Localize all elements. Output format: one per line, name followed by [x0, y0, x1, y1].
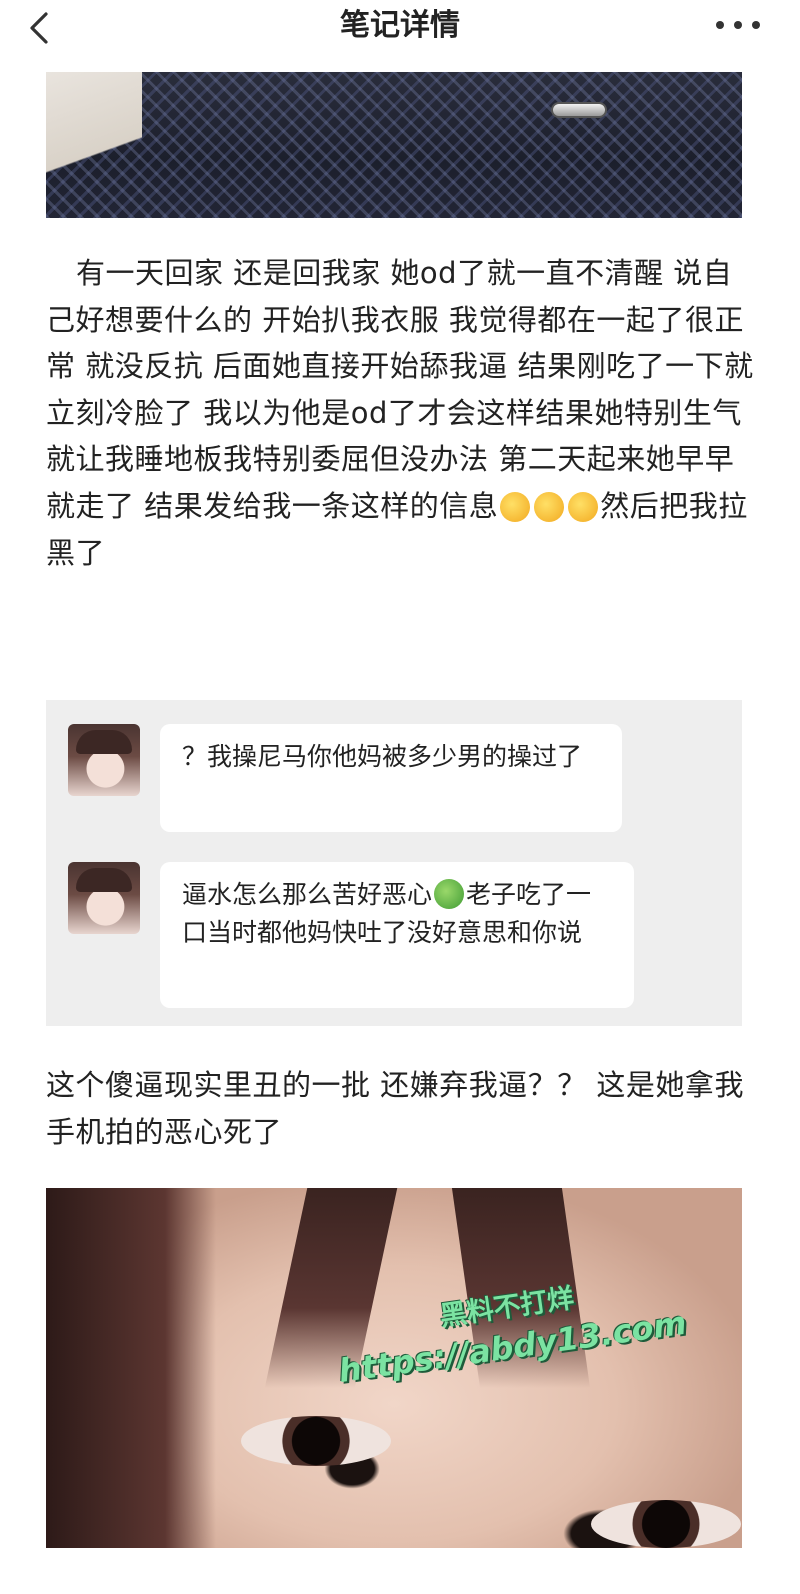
chat-bubble: 逼水怎么那么苦好恶心 老子吃了一口当时都他妈快吐了没好意思和你说 — [160, 862, 634, 1008]
ring-shape — [551, 102, 607, 118]
more-dot-icon — [752, 21, 760, 29]
rolling-laughing-emoji-icon — [568, 491, 599, 522]
avatar — [68, 724, 140, 796]
chat-bubble: ？我操尼马你他妈被多少男的操过了 — [160, 724, 622, 832]
post-paragraph-2: 这个傻逼现实里丑的一批 还嫌弃我逼？？ 这是她拿我手机拍的恶心死了 — [46, 1068, 744, 1149]
top-bar: 笔记详情 — [0, 0, 800, 66]
post-image-top[interactable] — [46, 72, 742, 218]
post-paragraph-1: 有一天回家 还是回我家 她od了就一直不清醒 说自己好想要什么的 开始扒我衣服 … — [46, 250, 754, 576]
eye-shape — [241, 1416, 391, 1466]
collar-shape — [46, 72, 142, 218]
paragraph-1-text: 有一天回家 还是回我家 她od了就一直不清醒 说自己好想要什么的 开始扒我衣服 … — [46, 256, 754, 523]
rolling-laughing-emoji-icon — [534, 491, 565, 522]
chat-message-text: 逼水怎么那么苦好恶心 — [182, 880, 433, 909]
more-dot-icon — [734, 21, 742, 29]
rolling-laughing-emoji-icon — [500, 491, 531, 522]
eye-shape — [591, 1500, 741, 1548]
chat-message-text: ？我操尼马你他妈被多少男的操过了 — [182, 742, 583, 771]
hair-shape — [46, 1188, 216, 1548]
more-options-button[interactable] — [716, 10, 760, 40]
avatar — [68, 862, 140, 934]
chat-screenshot[interactable]: ？我操尼马你他妈被多少男的操过了 逼水怎么那么苦好恶心 老子吃了一口当时都他妈快吐… — [46, 700, 742, 1026]
nauseated-face-emoji-icon — [434, 879, 465, 909]
more-dot-icon — [716, 21, 724, 29]
page-title: 笔记详情 — [340, 8, 460, 43]
